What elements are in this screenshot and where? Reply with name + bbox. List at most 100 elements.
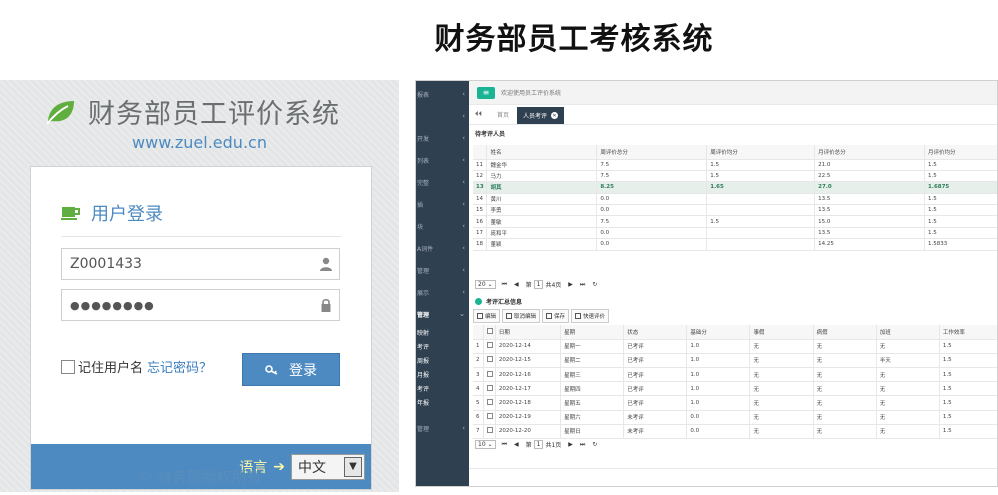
column-header[interactable]: 月评价均分	[924, 145, 997, 160]
sidebar-subitem-0[interactable]: 映射	[416, 325, 469, 339]
forgot-password-link[interactable]: 忘记密码？	[147, 357, 212, 376]
edit-button[interactable]: 编辑	[473, 309, 501, 323]
sidebar-item-5[interactable]: 插 ‹	[416, 193, 469, 215]
sidebar-item-last[interactable]: 管理 ‹	[416, 417, 469, 439]
menu-toggle-button[interactable]: ≡	[477, 86, 495, 99]
row-checkbox[interactable]	[486, 427, 493, 434]
row-checkbox[interactable]	[486, 356, 493, 363]
row-checkbox-cell[interactable]	[483, 381, 496, 397]
remember-username[interactable]: 记住用户名	[61, 357, 143, 376]
table-row[interactable]: 16 董敏 7.5 1.5 15.0 1.5	[473, 215, 997, 228]
column-header[interactable]	[483, 325, 496, 340]
column-header[interactable]: 日期	[495, 325, 562, 340]
table-row[interactable]: 2 2020-12-15 星期二 已考评 1.0 无无半天 1.5	[473, 353, 997, 369]
row-checkbox-cell[interactable]	[483, 367, 496, 383]
first-page-icon[interactable]: ⏮	[502, 441, 507, 449]
save-button[interactable]: 保存	[542, 309, 570, 323]
main-content: ≡ 欢迎使用员工评价系统 ⏴⏴ 首页 人员考评 ✕ 待考评人员 姓名 周评价总分周…	[469, 81, 997, 486]
refresh-icon[interactable]: ↻	[592, 441, 597, 448]
username-field[interactable]	[61, 248, 340, 280]
cancel-edit-button[interactable]: 取消编辑	[502, 309, 541, 323]
row-checkbox-cell[interactable]	[483, 410, 496, 425]
sidebar-subitem-2[interactable]: 周报	[416, 353, 469, 367]
row-checkbox[interactable]	[486, 413, 493, 420]
table-row[interactable]: 13 胡其 8.25 1.65 27.0 1.6875	[473, 181, 997, 194]
prev-page-icon[interactable]: ◀	[514, 281, 519, 288]
row-checkbox-cell[interactable]	[483, 339, 496, 354]
next-page-icon[interactable]: ▶	[568, 441, 573, 448]
sidebar-item-6[interactable]: 块 ‹	[416, 215, 469, 237]
column-header[interactable]: 工作效率	[939, 325, 997, 340]
table-row[interactable]: 15 李勇 0.0 13.5 1.5	[473, 204, 997, 217]
column-header[interactable]: 事假	[749, 325, 814, 340]
sidebar-subitem-3[interactable]: 月报	[416, 367, 469, 381]
page-number-input[interactable]: 1	[533, 440, 544, 449]
sidebar-item-active-group[interactable]: 管理 ⌄	[416, 303, 469, 325]
row-checkbox[interactable]	[486, 370, 493, 377]
sidebar-subitem-4[interactable]: 考评	[416, 381, 469, 395]
table-row[interactable]: 14 黄川 0.0 13.5 1.5	[473, 193, 997, 206]
sidebar-item-8[interactable]: 管理 ‹	[416, 259, 469, 281]
column-header[interactable]: 周评价总分	[596, 145, 708, 160]
column-header[interactable]: 周评价均分	[706, 145, 816, 160]
column-header[interactable]: 状态	[623, 325, 688, 340]
row-checkbox-cell[interactable]	[483, 424, 496, 440]
next-page-icon[interactable]: ▶	[568, 281, 573, 288]
row-checkbox-cell[interactable]	[483, 353, 496, 369]
table-row[interactable]: 3 2020-12-16 星期三 已考评 1.0 无无无 1.5	[473, 367, 997, 383]
table-row[interactable]: 1 2020-12-14 星期一 已考评 1.0 无无无 1.5	[473, 339, 997, 354]
table-cell: 星期二	[560, 353, 625, 369]
tab-scroll-back-icon[interactable]: ⏴⏴	[475, 110, 489, 124]
column-header[interactable]: 加班	[876, 325, 940, 340]
column-header[interactable]: 病假	[813, 325, 877, 340]
row-checkbox[interactable]	[486, 384, 493, 391]
table-row[interactable]: 18 董颖 0.0 14.25 1.5833	[473, 238, 997, 251]
last-page-icon[interactable]: ⏭	[580, 281, 585, 289]
table-row[interactable]: 5 2020-12-18 星期五 已考评 1.0 无无无 1.5	[473, 395, 997, 411]
tab-evaluation[interactable]: 人员考评 ✕	[517, 107, 565, 124]
sidebar-subitem-5[interactable]: 年报	[416, 395, 469, 409]
sidebar-item-9[interactable]: 展示 ‹	[416, 281, 469, 303]
table-row[interactable]: 17 庞和平 0.0 13.5 1.5	[473, 227, 997, 240]
sidebar-subitem-1[interactable]: 考评	[416, 339, 469, 353]
username-input[interactable]	[70, 256, 310, 272]
column-header[interactable]	[473, 145, 488, 160]
page-number-input[interactable]: 1	[533, 280, 544, 289]
select-all-checkbox[interactable]	[486, 327, 493, 334]
table-row[interactable]: 6 2020-12-19 星期六 未考评 0.0 无无无 1.5	[473, 410, 997, 425]
chevron-icon: ‹	[462, 112, 465, 120]
column-header[interactable]: 月评价总分	[814, 145, 926, 160]
remember-checkbox[interactable]	[61, 359, 75, 374]
tab-home[interactable]: 首页	[489, 110, 517, 124]
table-row[interactable]: 11 魏金华 7.5 1.5 21.0 1.5	[473, 159, 997, 171]
row-checkbox-cell[interactable]	[483, 395, 496, 411]
sidebar-item-3[interactable]: 列表 ‹	[416, 149, 469, 171]
last-page-icon[interactable]: ⏭	[580, 441, 585, 449]
sidebar-item-1[interactable]: ‹	[416, 105, 469, 127]
column-header[interactable]	[473, 325, 484, 340]
table-row[interactable]: 4 2020-12-17 星期四 已考评 1.0 无无无 1.5	[473, 381, 997, 397]
sidebar-item-label: 插	[417, 201, 424, 209]
password-field[interactable]: ●●●●●●●●	[61, 289, 340, 321]
row-checkbox[interactable]	[486, 342, 493, 349]
row-checkbox[interactable]	[486, 399, 493, 406]
sidebar-item-7[interactable]: A词件 ‹	[416, 237, 469, 259]
page-size-select[interactable]: 10 ⌄	[475, 440, 496, 449]
password-input[interactable]: ●●●●●●●●	[70, 299, 155, 312]
table-row[interactable]: 7 2020-12-20 星期日 未考评 0.0 无无无 1.5	[473, 424, 997, 440]
prev-page-icon[interactable]: ◀	[514, 441, 519, 448]
brand-url[interactable]: www.zuel.edu.cn	[0, 133, 399, 152]
column-header[interactable]: 姓名	[486, 145, 598, 160]
close-icon[interactable]: ✕	[551, 112, 559, 119]
page-size-select[interactable]: 20 ⌄	[475, 280, 496, 289]
login-button[interactable]: 登录	[242, 353, 340, 386]
column-header[interactable]: 星期	[560, 325, 625, 340]
refresh-icon[interactable]: ↻	[592, 281, 597, 288]
quick-evaluate-button[interactable]: 快速评价	[571, 309, 610, 323]
first-page-icon[interactable]: ⏮	[502, 281, 507, 289]
sidebar-item-2[interactable]: 开发 ‹	[416, 127, 469, 149]
sidebar-item-4[interactable]: 完整 ‹	[416, 171, 469, 193]
table-row[interactable]: 12 马力 7.5 1.5 22.5 1.5	[473, 170, 997, 183]
sidebar-item-0[interactable]: 报表 ‹	[416, 83, 469, 105]
column-header[interactable]: 基础分	[686, 325, 751, 340]
